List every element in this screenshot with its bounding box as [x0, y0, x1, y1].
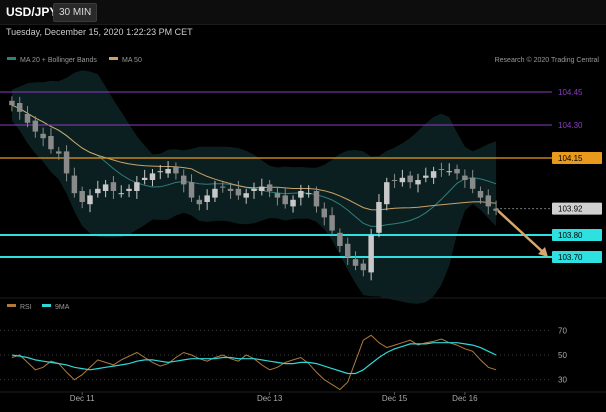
candle-body	[220, 186, 226, 188]
candle-body	[79, 191, 85, 202]
rsi-plot-area: 70 50 30	[0, 326, 567, 391]
level-tag-104.45: 104.45	[558, 88, 583, 97]
candle-body	[415, 180, 421, 185]
candle-body	[134, 182, 140, 191]
candle-body	[438, 169, 445, 170]
candle-body	[110, 182, 117, 191]
candle-body	[235, 188, 242, 196]
price-chart: MA 20 + Bollinger Bands MA 50 Research ©…	[0, 56, 606, 403]
time-label-dec-13: Dec 13	[257, 394, 283, 403]
candle-body	[493, 208, 499, 211]
candle-body	[344, 243, 351, 257]
candle-body	[243, 193, 249, 198]
candle-body	[24, 114, 31, 123]
candle-body	[165, 169, 171, 174]
candle-body	[102, 184, 109, 191]
candle-body	[485, 195, 492, 207]
ma20-legend-label: MA 20 + Bollinger Bands	[20, 57, 97, 64]
candle-body	[368, 235, 374, 273]
credit-label: Research © 2020 Trading Central	[495, 56, 600, 64]
candle-body	[227, 188, 234, 191]
candle-body	[259, 186, 265, 191]
level-tag-104.30: 104.30	[558, 121, 583, 130]
candle-body	[313, 191, 320, 207]
candle-body	[251, 188, 257, 191]
candle-body	[282, 195, 288, 205]
candle-body	[95, 188, 101, 194]
candle-body	[399, 177, 406, 183]
candle-body	[71, 175, 78, 194]
time-label-dec-11: Dec 11	[70, 394, 95, 403]
candle-body	[87, 195, 93, 205]
rsi-tick-50: 50	[558, 351, 567, 360]
candle-body	[321, 208, 328, 218]
candle-body	[384, 182, 390, 205]
candle-body	[48, 136, 54, 150]
candle-body	[376, 202, 382, 233]
candle-body	[204, 195, 210, 202]
candle-body	[266, 184, 273, 191]
candle-body	[391, 180, 398, 181]
rsi-ma-legend-swatch	[42, 304, 51, 307]
ma50-legend-swatch	[109, 57, 118, 60]
candle-body	[126, 188, 132, 191]
candle-body	[329, 215, 335, 231]
candle-body	[298, 191, 304, 198]
ma20-legend-swatch	[7, 57, 16, 60]
candle-body	[196, 199, 203, 205]
candle-body	[56, 151, 62, 154]
candle-body	[63, 151, 70, 174]
rsi-tick-70: 70	[558, 326, 567, 335]
candle-body	[188, 182, 195, 198]
level-tag-103.70: 103.70	[558, 253, 583, 262]
candle-body	[157, 171, 164, 173]
candle-body	[40, 133, 46, 139]
forecast-arrow-shaft	[497, 209, 545, 254]
time-label-dec-15: Dec 15	[382, 394, 408, 403]
time-axis: Dec 11 Dec 13 Dec 15 Dec 16	[0, 391, 606, 403]
candle-body	[462, 175, 468, 180]
candle-body	[118, 193, 124, 195]
candle-body	[477, 191, 484, 198]
candle-body	[360, 263, 367, 271]
rsi-ma-legend-label: 9MA	[55, 304, 70, 311]
candle-body	[469, 177, 476, 189]
candle-body	[305, 193, 312, 195]
rsi-tick-30: 30	[558, 376, 567, 385]
candle-body	[337, 232, 343, 246]
rsi-legend-label: RSI	[20, 304, 32, 311]
candle-body	[352, 259, 359, 266]
candle-body	[149, 173, 156, 180]
candle-body	[173, 166, 179, 174]
candle-body	[290, 199, 296, 207]
candle-body	[32, 120, 39, 132]
level-tag-104.15: 104.15	[558, 154, 583, 163]
rsi-ma-line	[11, 342, 497, 375]
candle-body	[9, 100, 15, 106]
candle-body	[16, 103, 23, 112]
candle-body	[430, 171, 437, 178]
candle-body	[446, 171, 452, 173]
ma50-legend-label: MA 50	[122, 57, 142, 64]
candle-body	[407, 175, 413, 183]
candle-body	[141, 177, 148, 180]
candle-body	[423, 175, 429, 178]
candle-body	[212, 188, 218, 198]
price-plot-area: 104.45 104.30 104.15 103.92 103.80 103.70	[0, 70, 602, 304]
level-tag-103.80: 103.80	[558, 231, 583, 240]
rsi-legend-swatch	[7, 304, 16, 307]
time-label-dec-16: Dec 16	[452, 394, 478, 403]
candle-body	[180, 175, 187, 185]
candle-body	[274, 193, 281, 198]
level-tag-103.92: 103.92	[558, 205, 583, 214]
candle-body	[454, 169, 460, 174]
